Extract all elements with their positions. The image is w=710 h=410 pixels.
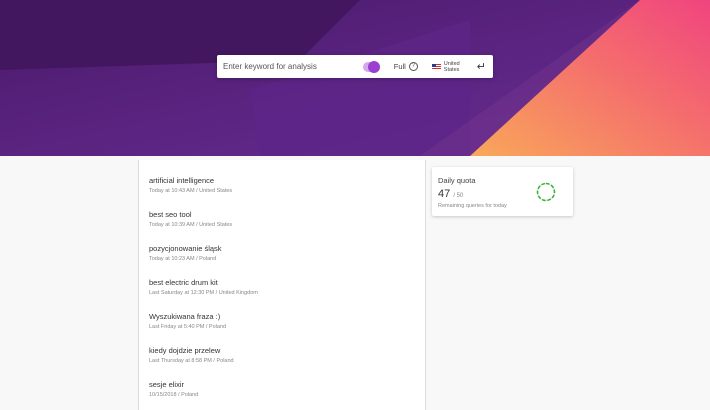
history-meta: 10/15/2018 / Poland <box>149 392 199 398</box>
full-mode-toggle[interactable] <box>362 60 380 73</box>
history-item[interactable]: kiedy dojdzie przelew Last Thursday at 8… <box>149 346 234 364</box>
history-item[interactable]: pozycjonowanie śląsk Today at 10:23 AM /… <box>149 244 222 262</box>
search-bar: Full ? United States ↵ <box>217 55 493 78</box>
history-meta: Today at 10:39 AM / United States <box>149 222 233 228</box>
mode-label: Full <box>393 62 406 71</box>
history-meta: Last Saturday at 12:30 PM / United Kingd… <box>149 290 258 296</box>
history-meta: Today at 10:43 AM / United States <box>149 188 233 194</box>
quota-title: Daily quota <box>438 176 476 185</box>
history-item[interactable]: artificial intelligence Today at 10:43 A… <box>149 176 232 194</box>
history-item[interactable]: best seo tool Today at 10:39 AM / United… <box>149 210 232 228</box>
quota-caption: Remaining queries for today <box>438 203 507 209</box>
hero-banner <box>0 0 710 156</box>
us-flag-icon[interactable] <box>431 63 441 70</box>
history-meta: Last Friday at 5:40 PM / Poland <box>149 324 227 330</box>
enter-icon[interactable]: ↵ <box>477 60 486 73</box>
history-keyword[interactable]: artificial intelligence <box>149 176 232 185</box>
history-item[interactable]: best electric drum kit Last Saturday at … <box>149 278 258 296</box>
history-keyword[interactable]: pozycjonowanie śląsk <box>149 244 222 253</box>
history-keyword[interactable]: best seo tool <box>149 210 232 219</box>
quota-total: / 50 <box>453 193 464 199</box>
quota-value: 47 / 50 <box>438 188 463 200</box>
history-item[interactable]: sesje elixir 10/15/2018 / Poland <box>149 380 198 398</box>
history-keyword[interactable]: sesje elixir <box>149 380 198 389</box>
country-select[interactable]: United States <box>444 61 477 73</box>
search-input[interactable] <box>223 56 361 77</box>
hero-background <box>0 0 710 156</box>
history-keyword[interactable]: Wyszukiwana fraza :) <box>149 312 226 321</box>
help-icon[interactable]: ? <box>408 62 418 71</box>
history-item[interactable]: Wyszukiwana fraza :) Last Friday at 5:40… <box>149 312 226 330</box>
history-meta: Last Thursday at 8:58 PM / Poland <box>149 358 234 364</box>
quota-progress-ring <box>536 182 556 202</box>
history-keyword[interactable]: kiedy dojdzie przelew <box>149 346 234 355</box>
quota-used: 47 <box>438 188 451 200</box>
history-keyword[interactable]: best electric drum kit <box>149 278 258 287</box>
search-history-list: artificial intelligence Today at 10:43 A… <box>138 160 426 410</box>
toggle-knob <box>367 60 380 73</box>
history-meta: Today at 10:23 AM / Poland <box>149 256 217 262</box>
